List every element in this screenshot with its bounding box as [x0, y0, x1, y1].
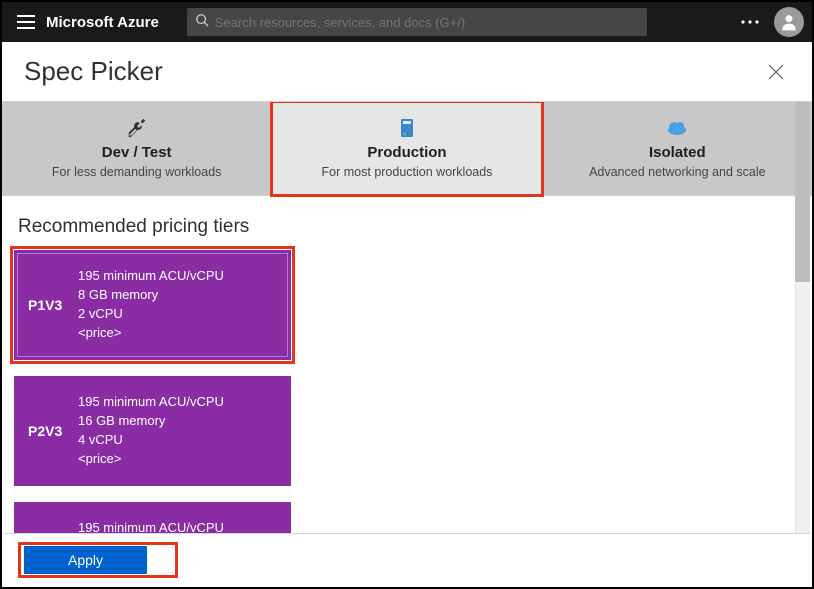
user-avatar-icon[interactable] — [774, 7, 804, 37]
tier-price: <price> — [78, 450, 224, 469]
tier-acu: 195 minimum ACU/vCPU — [78, 267, 224, 286]
workload-tabs: Dev / Test For less demanding workloads … — [2, 102, 812, 196]
hamburger-icon[interactable] — [10, 6, 42, 38]
page-title: Spec Picker — [24, 56, 163, 87]
tier-code: P2V3 — [28, 423, 78, 439]
blade-header: Spec Picker — [2, 42, 812, 101]
tier-memory: 8 GB memory — [78, 286, 224, 305]
tab-dev-test[interactable]: Dev / Test For less demanding workloads — [2, 102, 272, 195]
tier-specs: 195 minimum ACU/vCPU 8 GB memory 2 vCPU … — [78, 267, 224, 342]
tools-icon — [12, 116, 261, 140]
tab-subtitle: For most production workloads — [282, 165, 531, 179]
tab-production[interactable]: Production For most production workloads — [272, 102, 542, 195]
blade-content: Dev / Test For less demanding workloads … — [2, 102, 812, 536]
blade-footer: Apply — [4, 533, 810, 585]
cloud-icon — [553, 116, 802, 140]
tier-card-p2v3[interactable]: P2V3 195 minimum ACU/vCPU 16 GB memory 4… — [14, 376, 291, 486]
tier-vcpu: 2 vCPU — [78, 305, 224, 324]
tier-acu: 195 minimum ACU/vCPU — [78, 393, 224, 412]
tier-code: P1V3 — [28, 297, 78, 313]
tab-isolated[interactable]: Isolated Advanced networking and scale — [543, 102, 812, 195]
tab-title: Dev / Test — [12, 144, 261, 161]
tab-subtitle: Advanced networking and scale — [553, 165, 802, 179]
tab-title: Isolated — [553, 144, 802, 161]
tier-specs: 195 minimum ACU/vCPU 16 GB memory 4 vCPU… — [78, 393, 224, 468]
search-icon — [195, 13, 209, 32]
close-button[interactable] — [762, 58, 790, 86]
server-icon — [282, 116, 531, 140]
search-input[interactable] — [215, 15, 639, 30]
more-menu-icon[interactable] — [734, 20, 766, 24]
apply-button[interactable]: Apply — [24, 546, 147, 574]
tier-memory: 16 GB memory — [78, 412, 224, 431]
section-heading: Recommended pricing tiers — [2, 196, 812, 250]
tab-title: Production — [282, 144, 531, 161]
scrollbar-thumb[interactable] — [795, 102, 810, 282]
azure-topbar: Microsoft Azure — [2, 2, 812, 42]
tier-card-p3v3[interactable]: P3V3 195 minimum ACU/vCPU 32 GB memory 8… — [14, 502, 291, 536]
tier-card-p1v3[interactable]: P1V3 195 minimum ACU/vCPU 8 GB memory 2 … — [14, 250, 291, 360]
tier-vcpu: 4 vCPU — [78, 431, 224, 450]
global-search[interactable] — [187, 8, 647, 36]
brand-label: Microsoft Azure — [46, 14, 159, 31]
pricing-tier-cards: P1V3 195 minimum ACU/vCPU 8 GB memory 2 … — [2, 250, 592, 536]
tab-subtitle: For less demanding workloads — [12, 165, 261, 179]
tier-price: <price> — [78, 324, 224, 343]
